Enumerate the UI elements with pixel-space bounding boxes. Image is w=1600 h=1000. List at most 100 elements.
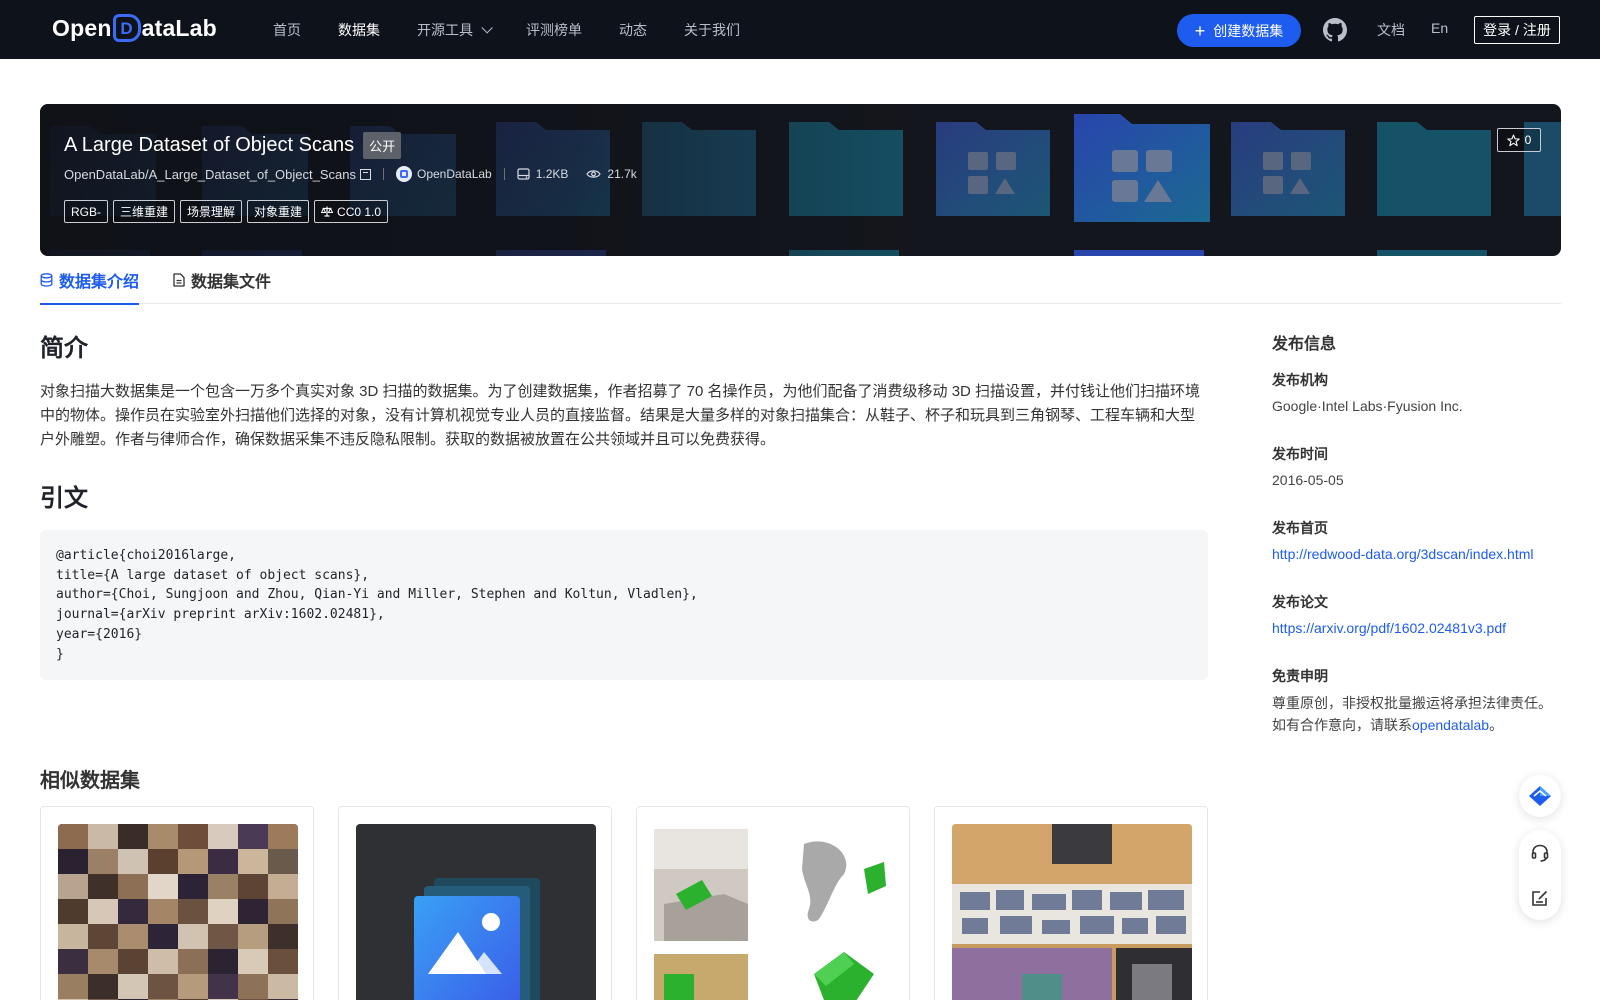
dataset-size: 1.2KB	[517, 167, 569, 181]
contact-link[interactable]: opendatalab	[1412, 717, 1489, 733]
similar-datasets-list	[40, 806, 1232, 1000]
nav-news[interactable]: 动态	[619, 20, 647, 40]
paper-label: 发布论文	[1272, 594, 1328, 610]
docs-link[interactable]: 文档	[1377, 20, 1405, 40]
nav-news-label: 动态	[619, 21, 647, 38]
database-icon	[40, 273, 53, 287]
main-menu: 首页 数据集 开源工具 评测榜单 动态 关于我们	[273, 0, 777, 59]
disclaimer-prefix: 如有合作意向，请联系	[1272, 717, 1412, 733]
create-dataset-button[interactable]: + 创建数据集	[1177, 14, 1301, 47]
publisher-value: Google·Intel Labs·Fyusion Inc.	[1272, 398, 1463, 414]
disclaimer-suffix: 。	[1489, 717, 1504, 733]
disclaimer-line-2: 如有合作意向，请联系opendatalab。	[1272, 714, 1552, 736]
tag-3d-reconstruction[interactable]: 三维重建	[113, 200, 176, 223]
similar-dataset-card[interactable]	[636, 806, 910, 1000]
nav-open-tools[interactable]: 开源工具	[417, 20, 493, 40]
similar-dataset-card[interactable]	[338, 806, 612, 1000]
dataset-title: A Large Dataset of Object Scans 公开	[64, 132, 402, 159]
disclaimer-text: 尊重原创，非授权批量搬运将承担法律责任。 如有合作意向，请联系opendatal…	[1272, 692, 1552, 736]
customer-service-button[interactable]	[1530, 843, 1550, 863]
logo-text-right: ataLab	[141, 14, 217, 41]
nav-datasets-label: 数据集	[338, 21, 380, 38]
intro-text: 对象扫描大数据集是一个包含一万多个真实对象 3D 扫描的数据集。为了创建数据集，…	[40, 383, 1201, 448]
org-logo-icon	[395, 166, 412, 182]
star-icon	[1506, 134, 1520, 146]
publisher-label: 发布机构	[1272, 372, 1328, 388]
tab-dataset-files[interactable]: 数据集文件	[173, 256, 271, 304]
language-switch[interactable]: En	[1431, 20, 1448, 36]
dataset-thumbnail-placeholder	[356, 824, 596, 1000]
scale-icon	[321, 206, 334, 217]
divider	[382, 168, 384, 180]
nav-leaderboard[interactable]: 评测榜单	[526, 20, 582, 40]
disk-icon	[517, 168, 530, 180]
nav-open-tools-label: 开源工具	[417, 21, 473, 38]
star-count: 0	[1524, 133, 1532, 147]
tab-dataset-intro-label: 数据集介绍	[59, 274, 140, 291]
assistant-icon	[1529, 786, 1551, 806]
dataset-tabs: 数据集介绍 数据集文件	[40, 256, 1561, 305]
similar-dataset-card[interactable]	[40, 806, 314, 1000]
visibility-badge: 公开	[363, 132, 402, 159]
dataset-size-value: 1.2KB	[535, 167, 569, 181]
publish-info-title: 发布信息	[1272, 336, 1337, 353]
copy-icon[interactable]	[359, 168, 371, 180]
nav-about-label: 关于我们	[684, 21, 740, 38]
dataset-thumbnail-image	[654, 824, 894, 1000]
tab-dataset-files-label: 数据集文件	[191, 274, 272, 291]
nav-home[interactable]: 首页	[273, 20, 301, 40]
login-register-button[interactable]: 登录 / 注册	[1474, 16, 1560, 44]
publish-info-panel: 发布信息 发布机构 Google·Intel Labs·Fyusion Inc.…	[1272, 330, 1562, 733]
nav-about[interactable]: 关于我们	[684, 20, 740, 40]
nav-datasets[interactable]: 数据集	[338, 20, 380, 40]
eye-icon	[586, 170, 602, 178]
similar-dataset-card[interactable]	[934, 806, 1208, 1000]
license-text: CC0 1.0	[337, 204, 382, 219]
github-icon[interactable]	[1323, 18, 1347, 42]
tag-rgb[interactable]: RGB-	[64, 200, 108, 223]
divider	[503, 168, 505, 180]
citation-block: @article{choi2016large, title={A large d…	[40, 530, 1208, 680]
dataset-path: OpenDataLab/A_Large_Dataset_of_Object_Sc…	[64, 166, 356, 182]
dataset-title-text: A Large Dataset of Object Scans	[64, 134, 355, 156]
edit-note-icon	[1532, 890, 1548, 906]
citation-heading: 引文	[40, 485, 88, 512]
documents-photo-image	[952, 824, 1192, 1000]
org-link[interactable]: OpenDataLab	[395, 166, 492, 182]
image-placeholder-icon	[414, 878, 540, 1000]
tag-scene-understanding[interactable]: 场景理解	[180, 200, 243, 223]
logo-text-left: Open	[52, 14, 112, 41]
dataset-banner: A Large Dataset of Object Scans 公开 OpenD…	[40, 104, 1561, 256]
plus-icon: +	[1194, 20, 1206, 41]
disclaimer-line-1: 尊重原创，非授权批量搬运将承担法律责任。	[1272, 695, 1552, 711]
dataset-thumbnail-image	[952, 824, 1192, 1000]
nav-home-label: 首页	[273, 21, 301, 38]
intro-heading: 简介	[40, 335, 88, 362]
dataset-views: 21.7k	[586, 167, 637, 181]
headset-icon	[1531, 844, 1549, 862]
assistant-button[interactable]	[1519, 775, 1561, 817]
star-button[interactable]: 0	[1497, 128, 1541, 152]
homepage-link[interactable]: http://redwood-data.org/3dscan/index.htm…	[1272, 546, 1534, 562]
feedback-button[interactable]	[1530, 888, 1550, 908]
tab-dataset-intro[interactable]: 数据集介绍	[40, 256, 140, 305]
nav-leaderboard-label: 评测榜单	[526, 21, 582, 38]
file-icon	[173, 273, 185, 287]
paper-link[interactable]: https://arxiv.org/pdf/1602.02481v3.pdf	[1272, 620, 1506, 636]
3d-objects-image	[654, 829, 886, 1000]
tag-object-reconstruction[interactable]: 对象重建	[247, 200, 310, 223]
dataset-meta: OpenDataLab/A_Large_Dataset_of_Object_Sc…	[64, 166, 637, 182]
dataset-thumbnail-image	[58, 824, 298, 1000]
chevron-down-icon	[481, 21, 493, 34]
create-dataset-label: 创建数据集	[1213, 22, 1284, 39]
support-tools	[1519, 830, 1561, 920]
logo-mark: D	[112, 14, 141, 42]
opendatalab-logo[interactable]: Open D ataLab	[52, 14, 217, 42]
license-tag[interactable]: CC0 1.0	[314, 200, 389, 223]
similar-datasets-heading: 相似数据集	[40, 770, 140, 792]
top-navigation: Open D ataLab 首页 数据集 开源工具 评测榜单 动态 关于我们 +…	[0, 0, 1600, 59]
dataset-views-value: 21.7k	[607, 167, 637, 181]
org-name: OpenDataLab	[416, 167, 492, 181]
homepage-label: 发布首页	[1272, 520, 1328, 536]
publish-date-value: 2016-05-05	[1272, 472, 1344, 488]
